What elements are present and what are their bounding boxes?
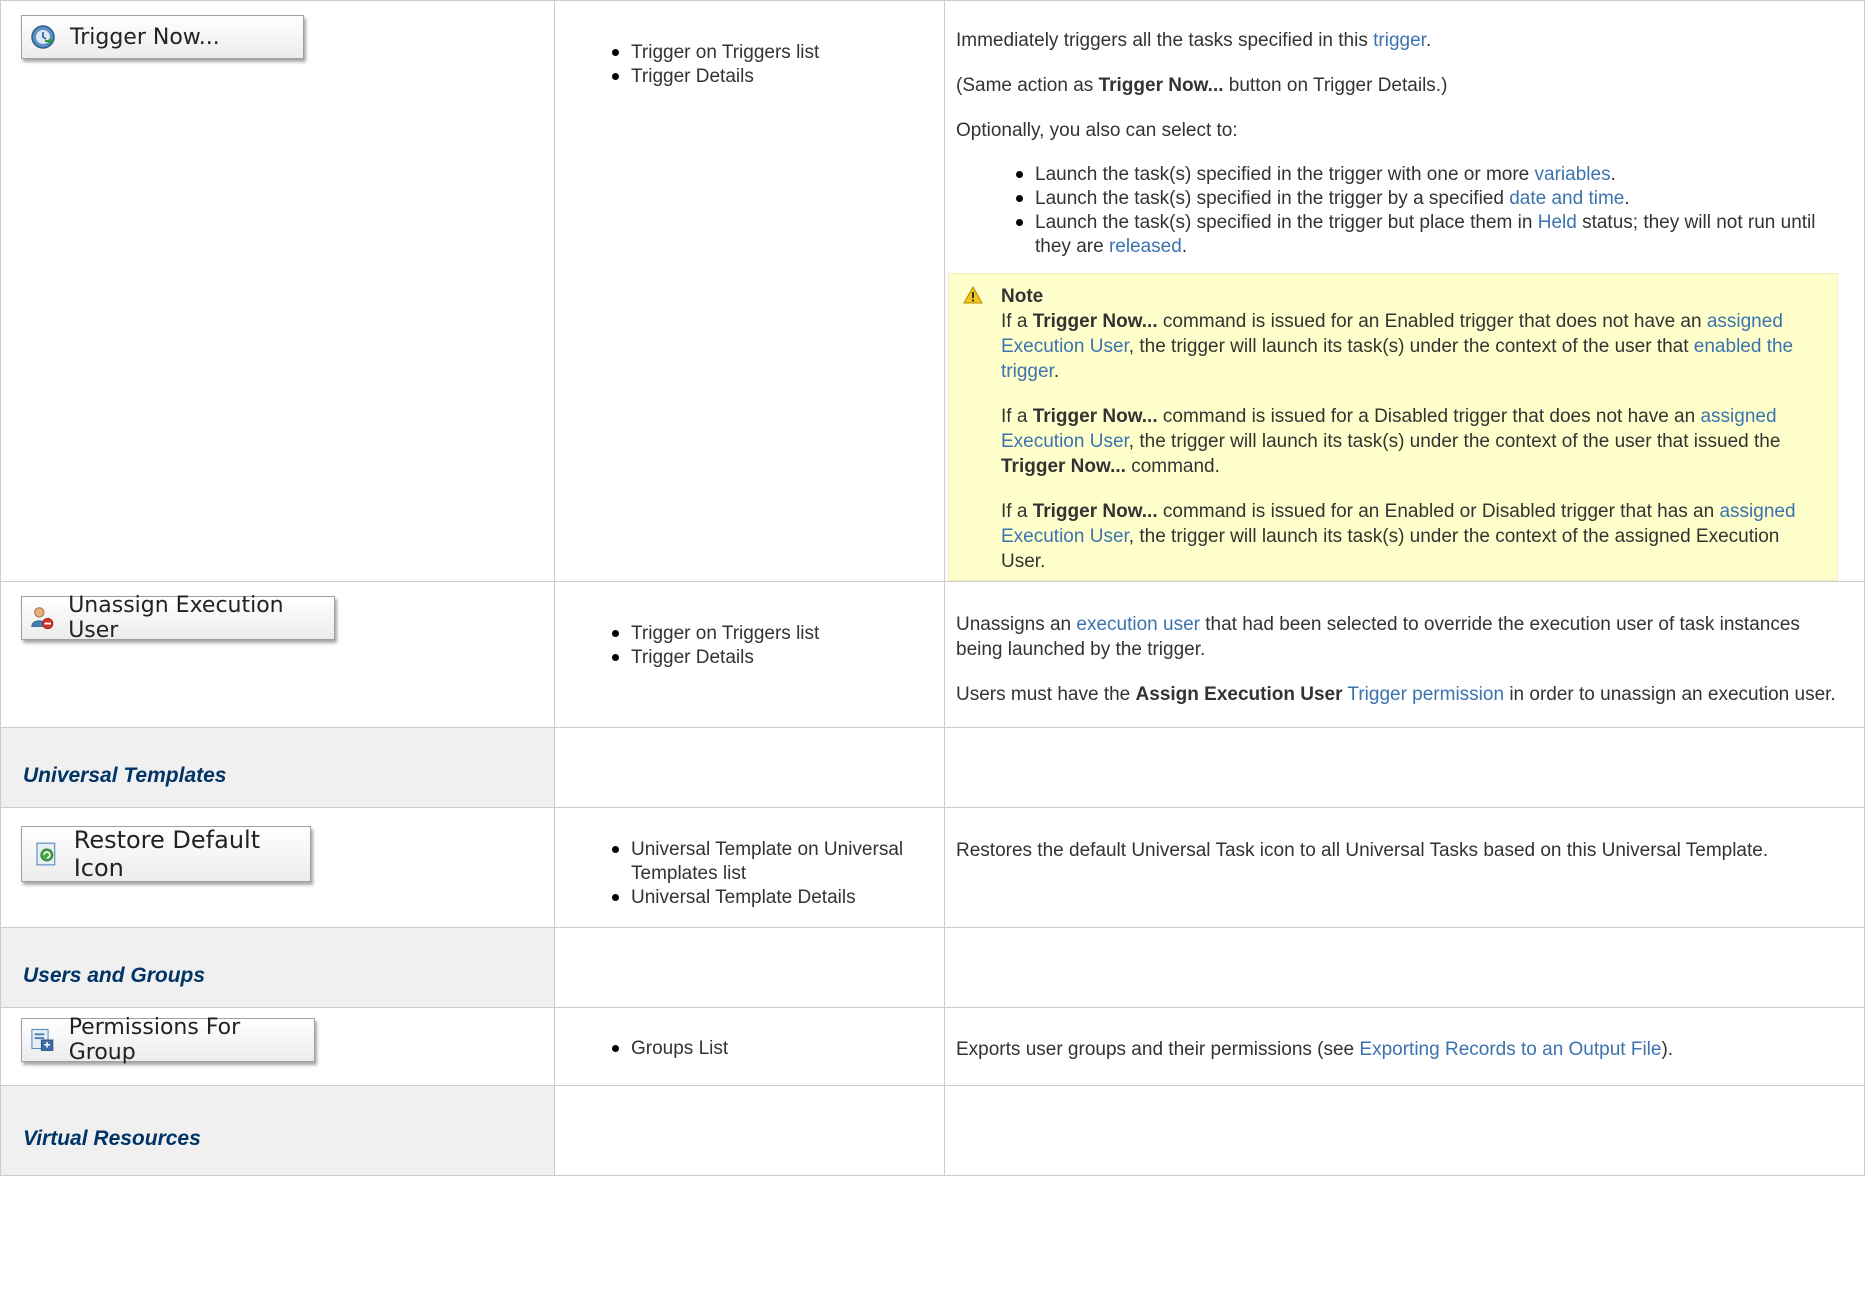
exporting-records-link[interactable]: Exporting Records to an Output File — [1359, 1039, 1661, 1060]
section-row-universal-templates: Universal Templates — [0, 727, 1865, 808]
user-remove-icon — [31, 607, 54, 630]
list-item: Groups List — [612, 1037, 944, 1061]
section-title: Universal Templates — [23, 763, 227, 787]
note-paragraph: If a Trigger Now... command is issued fo… — [1001, 501, 1796, 572]
cell-where: Universal Template on Universal Template… — [554, 807, 945, 928]
warning-icon — [963, 286, 983, 304]
section-title: Virtual Resources — [23, 1126, 201, 1150]
commands-table: Trigger Now... Trigger on Triggers list … — [0, 0, 1865, 1176]
held-link[interactable]: Held — [1538, 212, 1577, 233]
table-row-trigger-now: Trigger Now... Trigger on Triggers list … — [0, 0, 1865, 582]
released-link[interactable]: released — [1109, 236, 1182, 257]
variables-link[interactable]: variables — [1535, 164, 1611, 185]
cell-description: Exports user groups and their permission… — [944, 1007, 1865, 1086]
button-label: Restore Default Icon — [73, 826, 261, 882]
cell-section: Virtual Resources — [0, 1085, 555, 1176]
note-title: Note — [1001, 286, 1044, 307]
paragraph: Restores the default Universal Task icon… — [956, 840, 1769, 861]
cell-description: Restores the default Universal Task icon… — [944, 807, 1865, 928]
trigger-link[interactable]: trigger — [1373, 30, 1426, 51]
permissions-for-group-button[interactable]: Permissions For Group — [21, 1015, 315, 1065]
cell-empty — [944, 727, 1865, 808]
trigger-now-icon — [31, 25, 55, 49]
cell-empty — [554, 727, 945, 808]
execution-user-link[interactable]: execution user — [1076, 614, 1200, 635]
cell-description: Immediately triggers all the tasks speci… — [944, 0, 1865, 582]
list-item: Trigger on Triggers list — [612, 41, 944, 65]
cell-button: Unassign Execution User — [0, 581, 555, 728]
cell-empty — [554, 1085, 945, 1176]
cell-empty — [554, 927, 945, 1008]
table-row-restore-icon: Restore Default Icon Universal Template … — [0, 807, 1865, 928]
button-label: Trigger Now... — [70, 24, 220, 50]
list-item: Launch the task(s) specified in the trig… — [1016, 187, 1838, 211]
paragraph: Immediately triggers all the tasks speci… — [956, 30, 1432, 51]
options-list: Launch the task(s) specified in the trig… — [956, 163, 1838, 259]
note-panel: Note If a Trigger Now... command is issu… — [948, 273, 1838, 581]
list-item: Trigger on Triggers list — [612, 622, 944, 646]
section-row-virtual-resources: Virtual Resources — [0, 1085, 1865, 1176]
list-item: Trigger Details — [612, 646, 944, 670]
button-label: Unassign Execution User — [68, 593, 284, 643]
restore-icon — [36, 842, 56, 866]
paragraph: Exports user groups and their permission… — [956, 1039, 1674, 1060]
cell-button: Trigger Now... — [0, 0, 555, 582]
date-and-time-link[interactable]: date and time — [1509, 188, 1624, 209]
button-label: Permissions For Group — [68, 1015, 241, 1065]
list-item: Trigger Details — [612, 65, 944, 89]
restore-default-icon-button[interactable]: Restore Default Icon — [21, 826, 311, 882]
paragraph: Users must have the Assign Execution Use… — [956, 684, 1836, 705]
unassign-execution-user-button[interactable]: Unassign Execution User — [21, 593, 335, 643]
paragraph: (Same action as Trigger Now... button on… — [956, 75, 1448, 96]
note-paragraph: If a Trigger Now... command is issued fo… — [1001, 311, 1794, 382]
section-row-users-groups: Users and Groups — [0, 927, 1865, 1008]
note-paragraph: If a Trigger Now... command is issued fo… — [1001, 406, 1781, 477]
cell-where: Trigger on Triggers list Trigger Details — [554, 0, 945, 582]
list-item: Launch the task(s) specified in the trig… — [1016, 163, 1838, 187]
trigger-permission-link[interactable]: Trigger permission — [1347, 684, 1504, 705]
paragraph: Unassigns an execution user that had bee… — [956, 614, 1800, 660]
table-row-unassign: Unassign Execution User Trigger on Trigg… — [0, 581, 1865, 728]
list-item: Launch the task(s) specified in the trig… — [1016, 211, 1838, 259]
cell-description: Unassigns an execution user that had bee… — [944, 581, 1865, 728]
trigger-now-button[interactable]: Trigger Now... — [21, 15, 304, 59]
cell-button: Permissions For Group — [0, 1007, 555, 1086]
cell-empty — [944, 927, 1865, 1008]
section-title: Users and Groups — [23, 963, 206, 987]
cell-section: Users and Groups — [0, 927, 555, 1008]
list-item: Universal Template Details — [612, 886, 924, 910]
cell-button: Restore Default Icon — [0, 807, 555, 928]
export-icon — [31, 1029, 54, 1051]
cell-where: Groups List — [554, 1007, 945, 1086]
paragraph: Optionally, you also can select to: — [956, 120, 1238, 141]
cell-empty — [944, 1085, 1865, 1176]
cell-section: Universal Templates — [0, 727, 555, 808]
list-item: Universal Template on Universal Template… — [612, 838, 924, 886]
cell-where: Trigger on Triggers list Trigger Details — [554, 581, 945, 728]
table-row-permissions-group: Permissions For Group Groups List Export… — [0, 1007, 1865, 1086]
